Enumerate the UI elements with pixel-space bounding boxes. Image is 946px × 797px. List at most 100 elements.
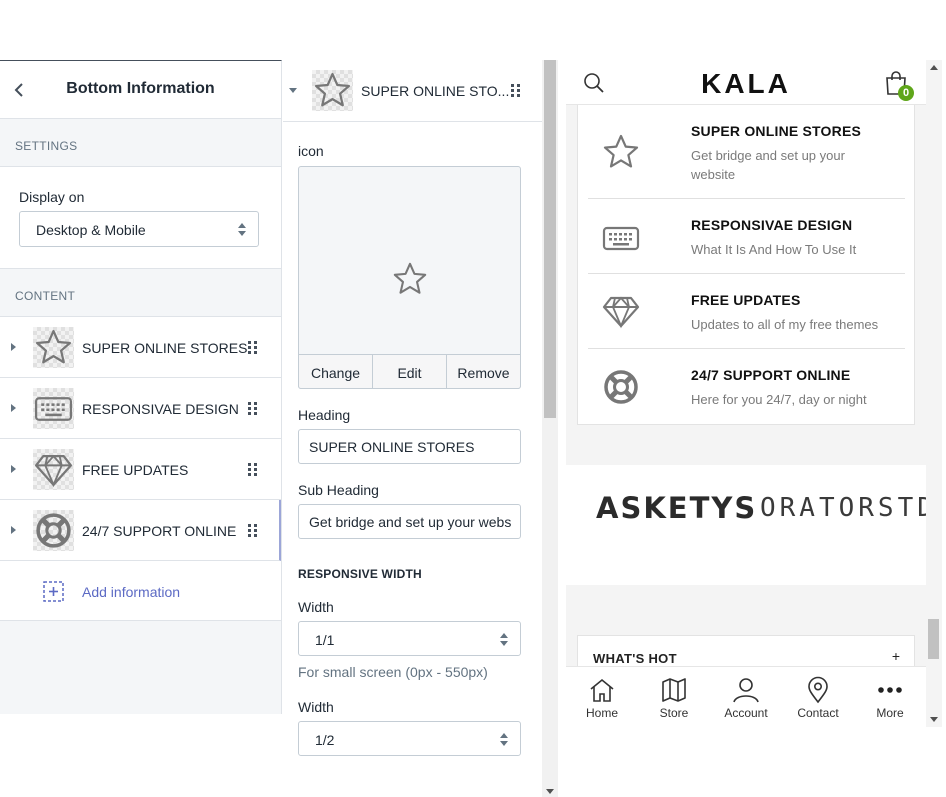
mobile-tab-bar: Home Store Account Contact More [566,666,926,727]
info-item: FREE UPDATES Updates to all of my free t… [588,274,905,349]
block-thumbnail [33,327,74,368]
width-medium-label: Width [298,699,334,715]
heading-input[interactable]: SUPER ONLINE STORES [298,429,521,464]
tab-label: Contact [797,706,839,720]
info-heading: 24/7 SUPPORT ONLINE [691,367,851,383]
section-list-panel: Bottom Information SETTINGS Display on D… [0,60,282,714]
star-icon [601,132,641,172]
store-logo[interactable]: KALA [566,68,926,100]
expand-caret-icon[interactable] [11,526,16,534]
add-information-button[interactable]: Add information [0,561,281,621]
select-updown-icon [238,223,246,236]
mobile-preview: KALA 0 SUPER ONLINE STORES Get bridge an… [566,60,926,727]
tab-more[interactable]: More [854,667,926,727]
add-information-label: Add information [82,584,181,600]
drag-handle-icon[interactable] [248,341,257,354]
width-small-select[interactable]: 1/1 [298,621,521,656]
lifebuoy-icon [33,510,74,551]
drag-handle-icon[interactable] [511,84,520,97]
tab-label: Account [724,706,768,720]
responsive-width-heading: RESPONSIVE WIDTH [298,567,422,581]
info-subheading: Updates to all of my free themes [691,317,879,332]
tab-label: More [876,706,904,720]
keyboard-icon [33,388,74,429]
content-block-item[interactable]: 24/7 SUPPORT ONLINE [0,500,281,561]
block-label: FREE UPDATES [82,462,189,478]
tab-label: Store [659,706,689,720]
star-icon [391,260,429,298]
info-item: RESPONSIVAE DESIGN What It Is And How To… [588,199,905,274]
subheading-label: Sub Heading [298,482,379,498]
block-thumbnail [33,510,74,551]
info-heading: SUPER ONLINE STORES [691,123,862,139]
edit-image-button[interactable]: Edit [373,355,447,388]
select-updown-icon [500,633,508,646]
block-label: SUPER ONLINE STORES [82,340,248,356]
info-heading: FREE UPDATES [691,292,801,308]
display-on-value: Desktop & Mobile [36,222,146,238]
image-actions: Change Edit Remove [298,354,521,389]
expand-caret-icon[interactable] [11,465,16,473]
remove-image-button[interactable]: Remove [447,355,520,388]
change-image-button[interactable]: Change [299,355,373,388]
brand-logo[interactable]: ASKETYS [596,491,757,525]
content-block-item[interactable]: RESPONSIVAE DESIGN [0,378,281,439]
preview-scrollbar[interactable] [926,60,942,727]
icon-label: icon [298,143,324,159]
width-small-value: 1/1 [315,632,335,648]
add-block-icon [43,581,64,602]
info-subheading: Here for you 24/7, day or night [691,392,867,407]
panel-title: Bottom Information [66,80,215,97]
subheading-input[interactable]: Get bridge and set up your webs [298,504,521,539]
scroll-up-arrow-icon[interactable] [930,65,938,70]
block-thumbnail [33,449,74,490]
scroll-down-arrow-icon[interactable] [930,717,938,722]
more-dots-icon [878,687,902,693]
brand-logo[interactable]: ORATORSTD [760,493,926,523]
info-item: SUPER ONLINE STORES Get bridge and set u… [588,105,905,199]
content-block-item[interactable]: SUPER ONLINE STORES [0,317,281,378]
keyboard-icon [601,218,641,258]
content-section-heading: CONTENT [0,269,281,317]
expand-caret-icon[interactable] [11,343,16,351]
content-block-list: SUPER ONLINE STORES RESPONSIVAE DESIGN F… [0,317,281,621]
settings-section: Display on Desktop & Mobile [0,167,281,269]
tab-home[interactable]: Home [566,667,638,727]
editor-scrollbar[interactable] [542,60,558,797]
drag-handle-icon[interactable] [248,463,257,476]
diamond-icon [601,291,641,331]
bottom-information-card: SUPER ONLINE STORES Get bridge and set u… [577,105,915,425]
lifebuoy-icon [601,367,641,407]
expand-plus-icon[interactable]: + [892,648,900,664]
width-small-label: Width [298,599,334,615]
icon-image-preview: Change Edit Remove [298,166,521,389]
width-small-help: For small screen (0px - 550px) [298,664,488,680]
star-icon [33,327,74,368]
tab-store[interactable]: Store [638,667,710,727]
scroll-down-arrow-icon[interactable] [546,789,554,794]
collapse-caret-icon[interactable] [289,88,297,93]
diamond-icon [33,449,74,490]
brand-logos-strip: ASKETYS ORATORSTD [566,465,926,585]
expand-caret-icon[interactable] [11,404,16,412]
location-pin-icon [808,676,828,704]
content-block-item[interactable]: FREE UPDATES [0,439,281,500]
tab-contact[interactable]: Contact [782,667,854,727]
tab-account[interactable]: Account [710,667,782,727]
home-icon [590,678,614,702]
drag-handle-icon[interactable] [248,402,257,415]
preview-scrollbar-thumb[interactable] [928,619,939,659]
info-item: 24/7 SUPPORT ONLINE Here for you 24/7, d… [588,349,905,424]
display-on-label: Display on [19,189,85,205]
whats-hot-label: WHAT'S HOT [593,651,677,666]
store-header: KALA 0 [566,60,926,105]
settings-section-heading: SETTINGS [0,119,281,167]
cart-count-badge: 0 [898,85,914,101]
width-medium-select[interactable]: 1/2 [298,721,521,756]
block-label: RESPONSIVAE DESIGN [82,401,239,417]
drag-handle-icon[interactable] [248,524,257,537]
display-on-select[interactable]: Desktop & Mobile [19,211,259,247]
editor-header[interactable]: SUPER ONLINE STO... [283,60,542,122]
editor-scrollbar-thumb[interactable] [544,60,556,418]
width-medium-value: 1/2 [315,732,335,748]
